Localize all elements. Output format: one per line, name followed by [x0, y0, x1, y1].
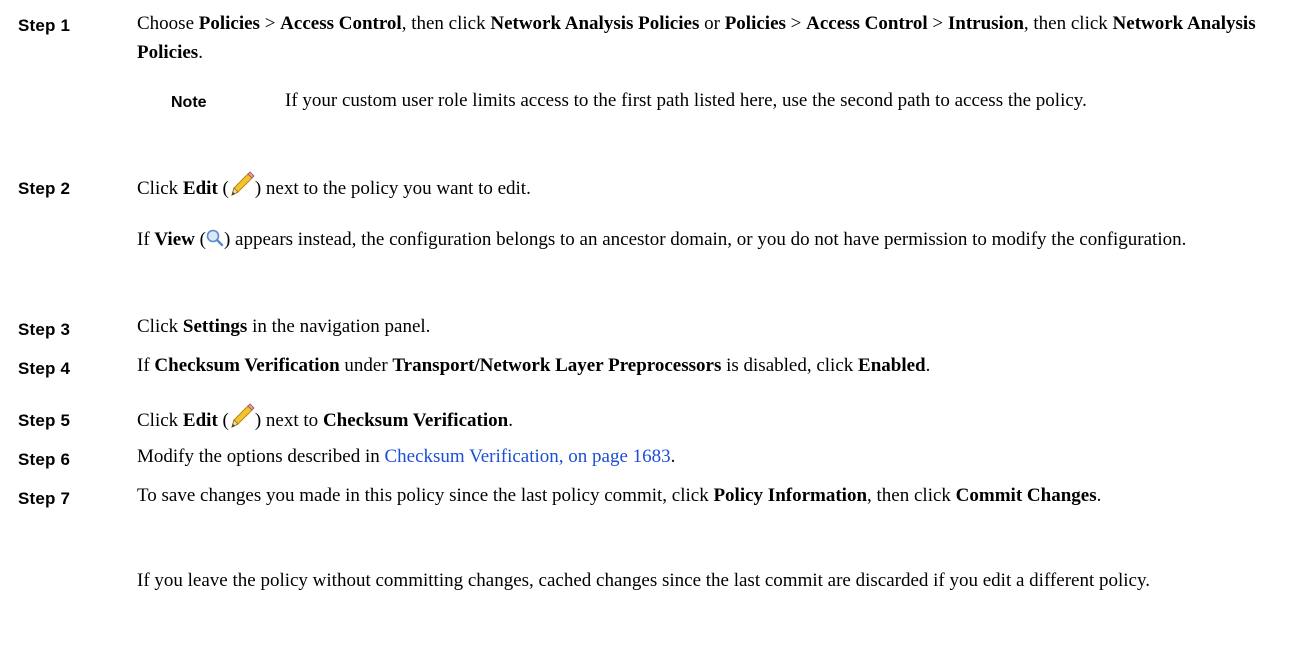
step-4-label: Step 4	[18, 359, 71, 378]
magnifier-icon[interactable]	[206, 227, 224, 247]
step-7-label: Step 7	[18, 489, 71, 508]
step-2-text: Click Edit () next to the policy you wan…	[137, 171, 1287, 203]
pencil-icon[interactable]	[229, 403, 255, 429]
step-3-label: Step 3	[18, 320, 71, 339]
step-3-text: Click Settings in the navigation panel.	[137, 316, 431, 337]
step-6-text: Modify the options described in Checksum…	[137, 446, 676, 467]
checksum-verification-link[interactable]: Checksum Verification, on page 1683	[385, 446, 671, 467]
pencil-icon[interactable]	[229, 171, 255, 197]
step-1-text: Choose Policies > Access Control, then c…	[137, 13, 1256, 63]
step-1-label: Step 1	[18, 16, 71, 35]
note-text: If your custom user role limits access t…	[285, 90, 1087, 111]
step-5-text: Click Edit () next to Checksum Verificat…	[137, 403, 1287, 435]
step-2-extra: If View () appears instead, the configur…	[137, 227, 1187, 250]
note-label: Note	[171, 94, 207, 111]
step-4-text: If Checksum Verification under Transport…	[137, 355, 931, 376]
step-7-extra: If you leave the policy without committi…	[137, 570, 1150, 591]
step-5-label: Step 5	[18, 411, 71, 430]
step-2-label: Step 2	[18, 179, 71, 198]
step-7-text: To save changes you made in this policy …	[137, 485, 1102, 506]
step-6-label: Step 6	[18, 450, 71, 469]
